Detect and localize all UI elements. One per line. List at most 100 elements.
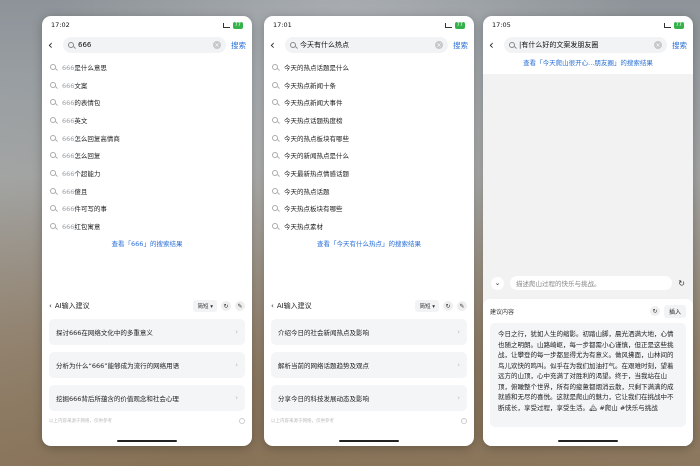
suggestion-item[interactable]: 今天的热点板块有哪些 <box>272 129 474 147</box>
search-icon <box>272 187 278 194</box>
suggestion-item[interactable]: 666个超能力 <box>50 164 252 182</box>
view-results-link[interactable]: 查看「666」的搜索结果 <box>42 238 252 248</box>
suggestion-item[interactable]: 今天的新闻热点是什么 <box>272 146 474 164</box>
suggestion-item[interactable]: 666怎么回复高情商 <box>50 129 252 147</box>
view-results-link[interactable]: 查看「今天有什么热点」的搜索结果 <box>264 238 474 248</box>
search-icon <box>509 42 515 48</box>
ai-disclaimer: 以上内容来源于网络，仅供参考 <box>49 418 245 424</box>
suggestion-item[interactable]: 666的表情包 <box>50 93 252 111</box>
suggestion-item[interactable]: 今天热点板块有哪些 <box>272 200 474 218</box>
ai-suggestion-card[interactable]: 分享今日的科技发展动态及影响 › <box>271 385 467 411</box>
suggestion-list: 666是什么意思 666文案 666的表情包 666英文 666怎么回复高情商 … <box>42 56 252 235</box>
chevron-right-icon: › <box>235 328 238 336</box>
search-icon <box>272 63 278 70</box>
ai-prompt-input[interactable]: 描述爬山过程的快乐与挑战。 <box>510 276 673 290</box>
back-arrow-icon[interactable]: ‹ <box>270 39 280 51</box>
ai-input-bar: ⌄ 描述爬山过程的快乐与挑战。 ↻ <box>483 274 693 292</box>
phone-screen-1: 17:02 77 ‹ 666 × 搜索 666是什么意思 666文案 666的表… <box>42 16 252 446</box>
search-icon <box>50 169 56 176</box>
home-indicator[interactable] <box>558 439 618 442</box>
suggestion-item[interactable]: 666怎么回复 <box>50 146 252 164</box>
ai-suggestion-panel: ‹ AI输入建议 简短 ▾ ↻ ✎ 探讨666在网络文化中的多重意义 › 分析为什么… <box>42 293 252 438</box>
view-results-link[interactable]: 查看「今天爬山很开心...朋友圈」的搜索结果 <box>483 57 693 67</box>
suggestion-item[interactable]: 666是什么意思 <box>50 58 252 76</box>
suggestion-item[interactable]: 今天的热点话题是什么 <box>272 58 474 76</box>
search-input[interactable]: 666 × <box>63 37 226 53</box>
status-time: 17:05 <box>492 21 511 29</box>
status-time: 17:01 <box>273 21 292 29</box>
search-icon <box>68 42 74 48</box>
ai-suggestion-card[interactable]: 探讨666在网络文化中的多重意义 › <box>49 319 245 345</box>
suggestion-item[interactable]: 666件可写的事 <box>50 200 252 218</box>
search-icon <box>272 81 278 88</box>
search-button[interactable]: 搜索 <box>672 40 687 51</box>
search-query[interactable]: 666 <box>78 41 209 49</box>
chevron-right-icon: › <box>457 361 460 369</box>
suggestion-item[interactable]: 今天热点话题热度榜 <box>272 111 474 129</box>
edit-icon[interactable]: ✎ <box>235 301 245 311</box>
refresh-icon[interactable]: ↻ <box>221 301 231 311</box>
ai-panel-title[interactable]: ‹ AI输入建议 <box>49 301 90 311</box>
search-icon <box>50 99 56 106</box>
ai-suggestion-card[interactable]: 解析当前的网络话题趋势及观点 › <box>271 352 467 378</box>
ai-suggestion-card[interactable]: 介绍今日的社会新闻热点及影响 › <box>271 319 467 345</box>
suggested-content[interactable]: 今日之行，犹如人生的缩影。初踏山脚，晨光洒满大地，心情也随之明朗。山路崎岖，每一… <box>490 323 686 427</box>
home-indicator[interactable] <box>339 439 399 442</box>
search-query[interactable]: |有什么好的文案发朋友圈 <box>519 40 650 50</box>
search-icon <box>290 42 296 48</box>
chevron-right-icon: › <box>235 394 238 402</box>
search-button[interactable]: 搜索 <box>453 40 468 51</box>
status-bar: 17:05 77 <box>483 16 693 34</box>
search-header: ‹ 666 × 搜索 <box>42 34 252 56</box>
search-icon <box>50 205 56 212</box>
suggestion-item[interactable]: 今天热点素材 <box>272 217 474 235</box>
suggestion-panel: 建议内容 ↻ 插入 今日之行，犹如人生的缩影。初踏山脚，晨光洒满大地，心情也随之… <box>483 299 693 446</box>
info-icon[interactable] <box>239 418 245 424</box>
search-icon <box>50 63 56 70</box>
mode-dropdown[interactable]: 简短 ▾ <box>415 300 439 312</box>
search-input[interactable]: 今天有什么热点 × <box>285 37 448 53</box>
suggestion-item[interactable]: 666红包寓意 <box>50 217 252 235</box>
panel-label: 建议内容 <box>490 308 515 316</box>
ai-suggestion-panel: ‹ AI输入建议 简短 ▾ ↻ ✎ 介绍今日的社会新闻热点及影响 › 解析当前的网络… <box>264 293 474 438</box>
edit-icon[interactable]: ✎ <box>457 301 467 311</box>
search-icon <box>272 99 278 106</box>
mode-dropdown[interactable]: 简短 ▾ <box>193 300 217 312</box>
search-query[interactable]: 今天有什么热点 <box>300 40 431 50</box>
signal-icon <box>222 22 230 28</box>
search-header: ‹ |有什么好的文案发朋友圈 × 搜索 <box>483 34 693 56</box>
collapse-icon[interactable]: ⌄ <box>491 276 504 290</box>
search-button[interactable]: 搜索 <box>231 40 246 51</box>
search-icon <box>272 205 278 212</box>
suggestion-item[interactable]: 今天热点新闻十条 <box>272 76 474 94</box>
clear-icon[interactable]: × <box>435 41 443 49</box>
back-arrow-icon[interactable]: ‹ <box>48 39 58 51</box>
refresh-icon[interactable]: ↻ <box>649 306 660 316</box>
suggestion-item[interactable]: 666英文 <box>50 111 252 129</box>
search-icon <box>50 81 56 88</box>
search-icon <box>50 116 56 123</box>
clear-icon[interactable]: × <box>654 41 662 49</box>
phone-screen-3: 17:05 77 ‹ |有什么好的文案发朋友圈 × 搜索 查看「今天爬山很开心.… <box>483 16 693 446</box>
refresh-icon[interactable]: ↻ <box>443 301 453 311</box>
ai-suggestion-card[interactable]: 挖掘666背后所蕴含的价值观念和社会心理 › <box>49 385 245 411</box>
suggestion-item[interactable]: 666傻且 <box>50 182 252 200</box>
suggestion-item[interactable]: 今天最新热点情感话题 <box>272 164 474 182</box>
battery-icon: 77 <box>454 21 465 29</box>
info-icon[interactable] <box>461 418 467 424</box>
suggestion-item[interactable]: 今天热点新闻大事件 <box>272 93 474 111</box>
back-arrow-icon[interactable]: ‹ <box>489 39 499 51</box>
search-input[interactable]: |有什么好的文案发朋友圈 × <box>504 37 667 53</box>
search-icon <box>50 187 56 194</box>
voice-icon[interactable]: ↻ <box>678 279 685 288</box>
signal-icon <box>663 22 671 28</box>
search-icon <box>272 134 278 141</box>
suggestion-item[interactable]: 666文案 <box>50 76 252 94</box>
ai-panel-title[interactable]: ‹ AI输入建议 <box>271 301 312 311</box>
home-indicator[interactable] <box>117 439 177 442</box>
clear-icon[interactable]: × <box>213 41 221 49</box>
chevron-left-icon: ‹ <box>49 302 52 310</box>
ai-suggestion-card[interactable]: 分析为什么“666”能够成为流行的网络用语 › <box>49 352 245 378</box>
suggestion-item[interactable]: 今天的热点话题 <box>272 182 474 200</box>
insert-button[interactable]: 插入 <box>663 304 686 318</box>
